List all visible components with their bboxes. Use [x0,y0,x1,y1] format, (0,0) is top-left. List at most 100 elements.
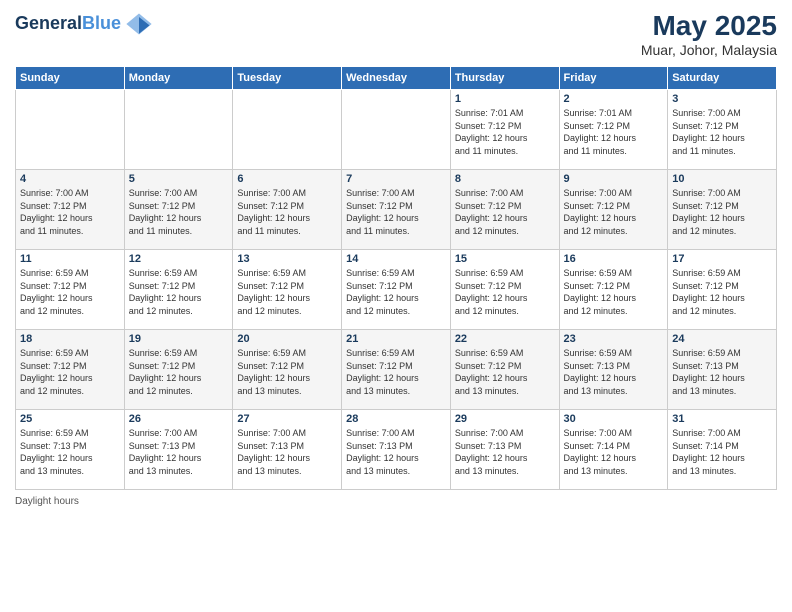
calendar-cell: 22Sunrise: 6:59 AM Sunset: 7:12 PM Dayli… [450,330,559,410]
calendar-cell: 11 Sunrise: 6:59 AM Sunset: 7:12 PM Dayli… [16,250,125,330]
calendar-cell: 4Sunrise: 7:00 AM Sunset: 7:12 PM Daylig… [16,170,125,250]
calendar-cell: 21 Sunrise: 6:59 AM Sunset: 7:12 PM Dayli… [342,330,451,410]
main-title: May 2025 [641,10,777,42]
calendar-cell [233,90,342,170]
calendar-cell: 13 Sunrise: 6:59 AM Sunset: 7:12 PM Dayli… [233,250,342,330]
day-number: 14 [346,253,446,265]
day-number: 24 [672,333,772,345]
day-info: Sunrise: 6:59 AM Sunset: 7:12 PM Dayligh… [455,347,555,397]
calendar-cell: 24 Sunrise: 6:59 AM Sunset: 7:13 PM Dayli… [668,330,777,410]
day-info: Sunrise: 7:00 AM Sunset: 7:12 PM Dayligh… [237,187,337,237]
column-header-monday: Monday [124,67,233,90]
day-number: 13 [237,253,337,265]
calendar-cell: 25 Sunrise: 6:59 AM Sunset: 7:13 PM Dayli… [16,410,125,490]
calendar-cell: 14 Sunrise: 6:59 AM Sunset: 7:12 PM Dayli… [342,250,451,330]
day-number: 16 [564,253,664,265]
calendar-cell: 1 Sunrise: 7:01 AM Sunset: 7:12 PM Daylig… [450,90,559,170]
day-info: Sunrise: 7:00 AM Sunset: 7:12 PM Dayligh… [672,107,772,157]
footer-note-text: Daylight hours [15,496,79,507]
day-info: Sunrise: 6:59 AM Sunset: 7:12 PM Dayligh… [20,267,120,317]
day-info: Sunrise: 6:59 AM Sunset: 7:13 PM Dayligh… [672,347,772,397]
day-number: 11 [20,253,120,265]
day-number: 17 [672,253,772,265]
calendar-cell: 7 Sunrise: 7:00 AM Sunset: 7:12 PM Daylig… [342,170,451,250]
day-number: 9 [564,173,664,185]
day-info: Sunrise: 6:59 AM Sunset: 7:12 PM Dayligh… [237,267,337,317]
day-number: 8 [455,173,555,185]
day-number: 1 [455,93,555,105]
day-number: 23 [564,333,664,345]
day-info: Sunrise: 6:59 AM Sunset: 7:12 PM Dayligh… [346,347,446,397]
day-number: 20 [237,333,337,345]
subtitle: Muar, Johor, Malaysia [641,42,777,58]
day-info: Sunrise: 7:00 AM Sunset: 7:12 PM Dayligh… [455,187,555,237]
calendar-cell: 27 Sunrise: 7:00 AM Sunset: 7:13 PM Dayli… [233,410,342,490]
calendar-cell: 31 Sunrise: 7:00 AM Sunset: 7:14 PM Dayli… [668,410,777,490]
day-number: 6 [237,173,337,185]
day-info: Sunrise: 6:59 AM Sunset: 7:12 PM Dayligh… [455,267,555,317]
day-info: Sunrise: 6:59 AM Sunset: 7:12 PM Dayligh… [129,267,229,317]
day-number: 29 [455,413,555,425]
column-header-tuesday: Tuesday [233,67,342,90]
day-info: Sunrise: 7:01 AM Sunset: 7:12 PM Dayligh… [564,107,664,157]
day-info: Sunrise: 6:59 AM Sunset: 7:12 PM Dayligh… [672,267,772,317]
day-number: 25 [20,413,120,425]
day-info: Sunrise: 6:59 AM Sunset: 7:12 PM Dayligh… [564,267,664,317]
logo-icon [125,10,153,38]
day-info: Sunrise: 7:00 AM Sunset: 7:12 PM Dayligh… [564,187,664,237]
day-info: Sunrise: 7:00 AM Sunset: 7:13 PM Dayligh… [455,427,555,477]
day-info: Sunrise: 7:01 AM Sunset: 7:12 PM Dayligh… [455,107,555,157]
calendar-cell: 23Sunrise: 6:59 AM Sunset: 7:13 PM Dayli… [559,330,668,410]
day-info: Sunrise: 6:59 AM Sunset: 7:13 PM Dayligh… [20,427,120,477]
calendar-cell: 12 Sunrise: 6:59 AM Sunset: 7:12 PM Dayli… [124,250,233,330]
day-info: Sunrise: 6:59 AM Sunset: 7:12 PM Dayligh… [346,267,446,317]
title-block: May 2025 Muar, Johor, Malaysia [641,10,777,58]
day-number: 4 [20,173,120,185]
calendar-cell: 3 Sunrise: 7:00 AM Sunset: 7:12 PM Daylig… [668,90,777,170]
day-info: Sunrise: 7:00 AM Sunset: 7:12 PM Dayligh… [672,187,772,237]
column-header-friday: Friday [559,67,668,90]
calendar-cell: 6 Sunrise: 7:00 AM Sunset: 7:12 PM Daylig… [233,170,342,250]
day-info: Sunrise: 7:00 AM Sunset: 7:14 PM Dayligh… [564,427,664,477]
day-number: 7 [346,173,446,185]
calendar-cell: 20 Sunrise: 6:59 AM Sunset: 7:12 PM Dayli… [233,330,342,410]
day-number: 3 [672,93,772,105]
day-info: Sunrise: 7:00 AM Sunset: 7:13 PM Dayligh… [346,427,446,477]
day-number: 18 [20,333,120,345]
day-info: Sunrise: 7:00 AM Sunset: 7:14 PM Dayligh… [672,427,772,477]
calendar-table: SundayMondayTuesdayWednesdayThursdayFrid… [15,66,777,490]
logo-text: GeneralBlue [15,14,121,34]
day-info: Sunrise: 7:00 AM Sunset: 7:12 PM Dayligh… [346,187,446,237]
day-number: 27 [237,413,337,425]
calendar-cell: 9 Sunrise: 7:00 AM Sunset: 7:12 PM Daylig… [559,170,668,250]
calendar-cell: 17 Sunrise: 6:59 AM Sunset: 7:12 PM Dayli… [668,250,777,330]
header: GeneralBlue May 2025 Muar, Johor, Malays… [15,10,777,58]
calendar-cell [124,90,233,170]
day-number: 31 [672,413,772,425]
calendar-cell: 18 Sunrise: 6:59 AM Sunset: 7:12 PM Dayli… [16,330,125,410]
day-number: 19 [129,333,229,345]
day-number: 21 [346,333,446,345]
column-header-thursday: Thursday [450,67,559,90]
day-info: Sunrise: 6:59 AM Sunset: 7:12 PM Dayligh… [129,347,229,397]
day-info: Sunrise: 6:59 AM Sunset: 7:12 PM Dayligh… [20,347,120,397]
day-info: Sunrise: 6:59 AM Sunset: 7:12 PM Dayligh… [237,347,337,397]
calendar-cell: 10 Sunrise: 7:00 AM Sunset: 7:12 PM Dayli… [668,170,777,250]
calendar-cell: 19 Sunrise: 6:59 AM Sunset: 7:12 PM Dayli… [124,330,233,410]
page: GeneralBlue May 2025 Muar, Johor, Malays… [0,0,792,612]
day-number: 26 [129,413,229,425]
footer-note: Daylight hours [15,496,777,507]
calendar-cell: 16 Sunrise: 6:59 AM Sunset: 7:12 PM Dayli… [559,250,668,330]
day-number: 10 [672,173,772,185]
day-info: Sunrise: 7:00 AM Sunset: 7:12 PM Dayligh… [129,187,229,237]
day-number: 12 [129,253,229,265]
logo: GeneralBlue [15,10,153,38]
day-number: 28 [346,413,446,425]
calendar-cell: 15Sunrise: 6:59 AM Sunset: 7:12 PM Dayli… [450,250,559,330]
column-header-wednesday: Wednesday [342,67,451,90]
calendar-cell: 5Sunrise: 7:00 AM Sunset: 7:12 PM Daylig… [124,170,233,250]
calendar-cell: 28 Sunrise: 7:00 AM Sunset: 7:13 PM Dayli… [342,410,451,490]
calendar-cell: 29 Sunrise: 7:00 AM Sunset: 7:13 PM Dayli… [450,410,559,490]
day-info: Sunrise: 7:00 AM Sunset: 7:13 PM Dayligh… [237,427,337,477]
column-header-sunday: Sunday [16,67,125,90]
